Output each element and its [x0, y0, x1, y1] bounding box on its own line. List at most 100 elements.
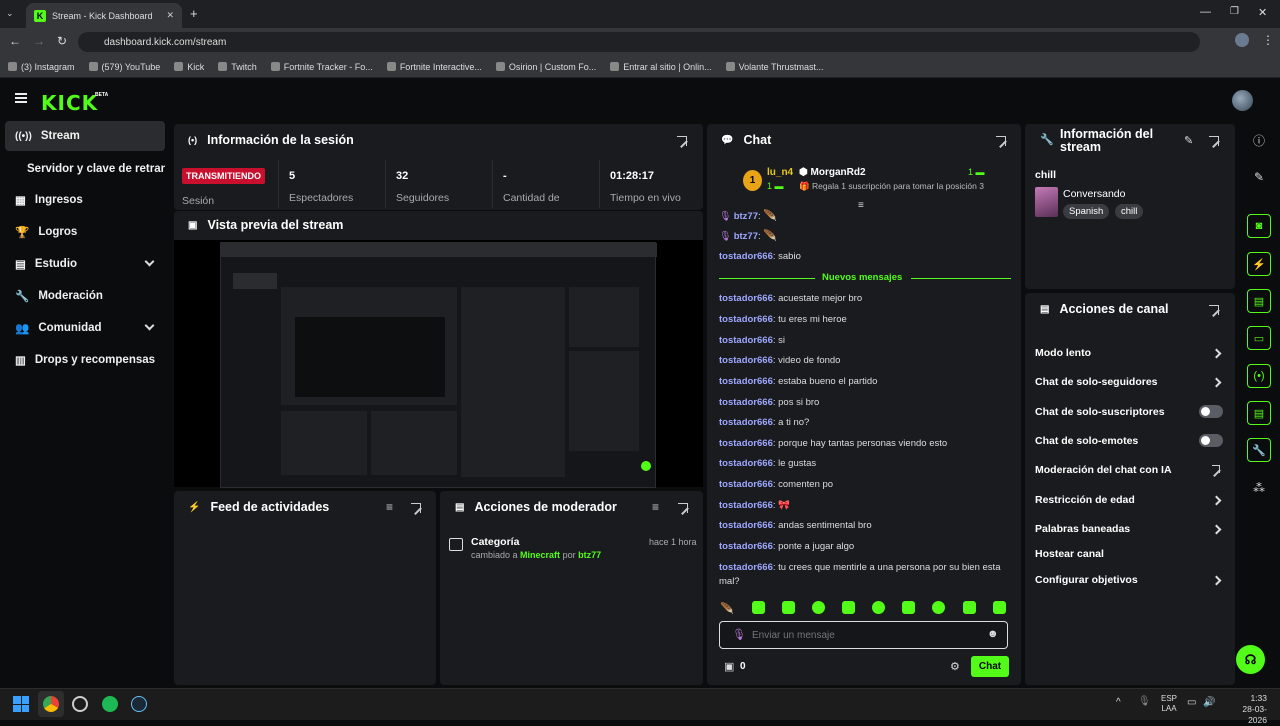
minimize-icon[interactable]: — [1200, 6, 1211, 18]
filter-icon[interactable]: ≡ [386, 500, 393, 514]
channel-action-item[interactable]: Configurar objetivos [1035, 574, 1225, 586]
close-window-icon[interactable]: ✕ [1258, 6, 1267, 19]
sidebar-item-stream[interactable]: ((•)) Stream [5, 121, 165, 151]
chat-username[interactable]: btz77 [734, 211, 758, 222]
sidebar-item-ingresos[interactable]: ▦ Ingresos [5, 185, 165, 215]
chat-settings-gear-icon[interactable]: ⚙ [950, 660, 960, 673]
rail-mod-button[interactable]: ▤ [1247, 289, 1271, 313]
steam-icon[interactable] [131, 696, 147, 712]
channel-action-item[interactable]: Chat de solo-emotes [1035, 435, 1225, 447]
new-tab-icon[interactable]: + [190, 6, 198, 21]
chat-username[interactable]: tostador666 [719, 541, 773, 552]
emote-icon[interactable] [842, 601, 855, 614]
bookmark-item[interactable]: Entrar al sitio | Onlin... [610, 62, 712, 72]
chat-username[interactable]: tostador666 [719, 251, 773, 262]
emoji-picker-icon[interactable]: ☻ [987, 628, 999, 640]
toggle-switch[interactable] [1199, 434, 1223, 447]
spotify-icon[interactable] [102, 696, 118, 712]
chat-input-box[interactable]: 🎙 ☻ [719, 621, 1008, 649]
mic-tray-icon[interactable]: 🎙 [1138, 696, 1151, 707]
restore-icon[interactable]: ❐ [1230, 6, 1239, 17]
mod-entry-category[interactable]: Minecraft [520, 550, 560, 560]
channel-action-item[interactable]: Chat de solo-seguidores [1035, 376, 1225, 388]
profile-avatar[interactable] [1235, 33, 1249, 47]
chat-username[interactable]: tostador666 [719, 479, 773, 490]
hamburger-menu-icon[interactable] [15, 93, 27, 103]
emote-icon[interactable] [752, 601, 765, 614]
clock[interactable]: 1:33 28-03-2026 [1225, 693, 1267, 726]
volume-icon[interactable]: 🔊 [1203, 697, 1215, 708]
gift-sub-prompt[interactable]: 🎁 Regala 1 suscripción para tomar la pos… [799, 181, 984, 192]
sidebar-item-comunidad[interactable]: 👥 Comunidad [5, 313, 165, 343]
emote-feather-icon[interactable]: 🪶 [720, 602, 734, 615]
bookmark-item[interactable]: Osirion | Custom Fo... [495, 62, 596, 72]
emote-icon[interactable] [932, 601, 945, 614]
chat-username[interactable]: tostador666 [719, 397, 773, 408]
popout-icon[interactable] [677, 136, 687, 146]
reload-icon[interactable]: ↻ [57, 34, 67, 48]
tab-search-icon[interactable]: ⌄ [6, 8, 14, 19]
chat-username[interactable]: tostador666 [719, 293, 773, 304]
leader-username[interactable]: lu_n4 [767, 167, 793, 178]
tray-chevron-icon[interactable]: ^ [1116, 697, 1121, 708]
rail-broadcast-button[interactable]: (•) [1247, 364, 1271, 388]
address-bar[interactable]: dashboard.kick.com/stream [78, 32, 1200, 52]
close-tab-icon[interactable]: ✕ [166, 10, 174, 21]
edit-icon[interactable]: ✎ [1250, 168, 1268, 186]
sidebar-item-drops[interactable]: ▥ Drops y recompensas [5, 345, 165, 375]
help-headset-button[interactable]: ☊ [1236, 645, 1265, 674]
chat-username[interactable]: btz77 [734, 231, 758, 242]
sidebar-item-server-key[interactable]: Servidor y clave de retransmisión [5, 154, 165, 184]
sidebar-item-logros[interactable]: 🏆 Logros [5, 217, 165, 247]
obs-icon[interactable] [72, 696, 88, 712]
popout-icon[interactable] [1209, 305, 1219, 315]
chat-username[interactable]: tostador666 [719, 335, 773, 346]
chat-username[interactable]: tostador666 [719, 520, 773, 531]
video-player[interactable] [174, 240, 703, 488]
bookmark-item[interactable]: Twitch [218, 62, 257, 72]
rail-actions-button[interactable]: ▤ [1247, 401, 1271, 425]
edit-pencil-icon[interactable]: ✎ [1184, 134, 1193, 147]
chat-username[interactable]: tostador666 [719, 314, 773, 325]
emote-icon[interactable] [872, 601, 885, 614]
leader2-username[interactable]: ⬢ MorganRd2 [799, 167, 866, 178]
rail-activity-button[interactable]: ⚡ [1247, 252, 1271, 276]
popout-icon[interactable] [411, 503, 421, 513]
channel-action-item[interactable]: Palabras baneadas [1035, 523, 1225, 535]
back-icon[interactable]: ← [9, 34, 21, 48]
chat-username[interactable]: tostador666 [719, 355, 773, 366]
toggle-switch[interactable] [1199, 405, 1223, 418]
add-widget-icon[interactable]: ⁂ [1250, 479, 1268, 497]
emote-icon[interactable] [963, 601, 976, 614]
rail-clip-button[interactable]: ◙ [1247, 214, 1271, 238]
info-icon[interactable]: ⓘ [1250, 131, 1268, 149]
chat-message-input[interactable] [752, 627, 972, 643]
chat-username[interactable]: tostador666 [719, 562, 773, 573]
popout-icon[interactable] [996, 136, 1006, 146]
chat-username[interactable]: tostador666 [719, 458, 773, 469]
mod-entry-user[interactable]: btz77 [578, 550, 601, 560]
filter-icon[interactable]: ≡ [652, 500, 659, 514]
channel-action-item[interactable]: Moderación del chat con IA [1035, 464, 1225, 476]
chat-username[interactable]: tostador666 [719, 500, 773, 511]
emote-icon[interactable] [782, 601, 795, 614]
bookmark-item[interactable]: (579) YouTube [88, 62, 160, 72]
emote-icon[interactable] [902, 601, 915, 614]
popout-icon[interactable] [1209, 136, 1219, 146]
popout-icon[interactable] [678, 503, 688, 513]
user-avatar[interactable] [1232, 90, 1253, 111]
network-icon[interactable]: ▭ [1187, 697, 1196, 708]
sidebar-item-moderacion[interactable]: 🔧 Moderación [5, 281, 165, 311]
emote-icon[interactable] [812, 601, 825, 614]
emote-icon[interactable] [993, 601, 1006, 614]
chat-username[interactable]: tostador666 [719, 417, 773, 428]
language-indicator[interactable]: ESP LAA [1161, 694, 1177, 714]
send-chat-button[interactable]: Chat [971, 656, 1009, 677]
bookmark-item[interactable]: Fortnite Tracker - Fo... [270, 62, 373, 72]
bookmark-item[interactable]: Fortnite Interactive... [386, 62, 482, 72]
chat-username[interactable]: tostador666 [719, 376, 773, 387]
channel-action-item[interactable]: Modo lento [1035, 347, 1225, 359]
channel-action-item[interactable]: Chat de solo-suscriptores [1035, 406, 1225, 418]
menu-dots-icon[interactable]: ⋮ [1262, 33, 1274, 47]
sidebar-item-estudio[interactable]: ▤ Estudio [5, 249, 165, 279]
